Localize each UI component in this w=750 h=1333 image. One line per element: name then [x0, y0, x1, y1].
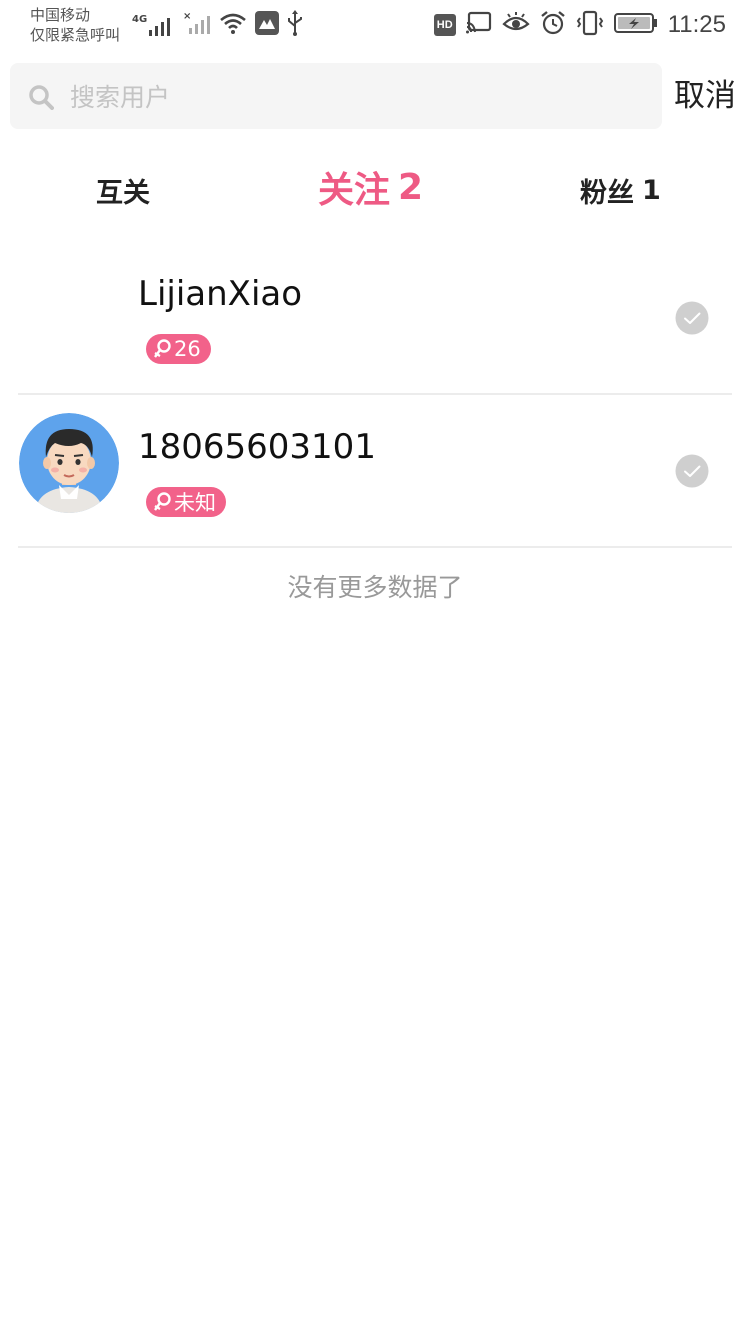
gender-age-badge: 未知 — [146, 487, 226, 517]
vibrate-icon — [576, 10, 604, 40]
battery-charging-icon — [613, 12, 658, 38]
female-icon — [154, 492, 171, 511]
badge-text: 26 — [174, 337, 201, 361]
female-icon — [154, 339, 171, 358]
no-more-data-text: 没有更多数据了 — [287, 573, 463, 602]
tab-fans[interactable]: 粉丝 1 — [580, 168, 661, 212]
badge-text: 未知 — [174, 491, 216, 515]
eye-comfort-icon — [502, 12, 530, 38]
cancel-button[interactable]: 取消 — [674, 74, 736, 118]
list-item[interactable]: 18065603101 未知 — [0, 395, 750, 547]
check-circle-icon[interactable] — [675, 454, 709, 488]
app-notification-icon — [255, 11, 280, 39]
tab-following-count: 2 — [398, 166, 424, 208]
signal-no-sim-icon: × — [183, 10, 211, 40]
tab-following-label: 关注 — [318, 170, 391, 211]
svg-text:×: × — [183, 11, 191, 22]
network-type-label: 4G — [132, 14, 148, 25]
usb-icon — [287, 10, 303, 40]
gender-age-badge: 26 — [146, 334, 211, 364]
avatar — [19, 413, 119, 513]
tab-mutual[interactable]: 互关 — [96, 168, 150, 212]
hd-voice-icon: HD — [433, 14, 456, 36]
check-circle-icon[interactable] — [675, 301, 709, 335]
tab-mutual-label: 互关 — [96, 177, 150, 209]
tab-following[interactable]: 关注 2 — [318, 163, 424, 212]
status-clock: 11:25 — [667, 11, 726, 38]
search-bar[interactable] — [10, 63, 662, 129]
signal-4g-icon: 4G — [132, 14, 175, 36]
status-icons-right: HD 11:25 — [433, 10, 726, 40]
search-input[interactable] — [68, 73, 652, 121]
carrier-name: 中国移动 — [30, 6, 91, 24]
user-name: LijianXiao — [138, 274, 303, 314]
divider — [18, 546, 732, 548]
carrier-status: 仅限紧急呼叫 — [30, 26, 121, 44]
status-bar: 中国移动 仅限紧急呼叫 4G × HD 11:25 — [0, 0, 750, 52]
app-screen: 中国移动 仅限紧急呼叫 4G × HD 11:25 搜索用户 取消 互关 关注 … — [0, 0, 750, 1333]
carrier-info: 中国移动 仅限紧急呼叫 — [30, 5, 120, 45]
user-name: 18065603101 — [138, 427, 376, 467]
cast-icon — [465, 11, 492, 39]
tab-fans-count: 1 — [642, 174, 661, 206]
alarm-icon — [540, 10, 566, 40]
wifi-icon — [219, 11, 247, 39]
tab-fans-label: 粉丝 — [580, 177, 634, 209]
search-icon — [29, 85, 54, 110]
list-item[interactable]: LijianXiao 26 — [0, 242, 750, 394]
status-icons-left: 4G × — [132, 10, 303, 40]
